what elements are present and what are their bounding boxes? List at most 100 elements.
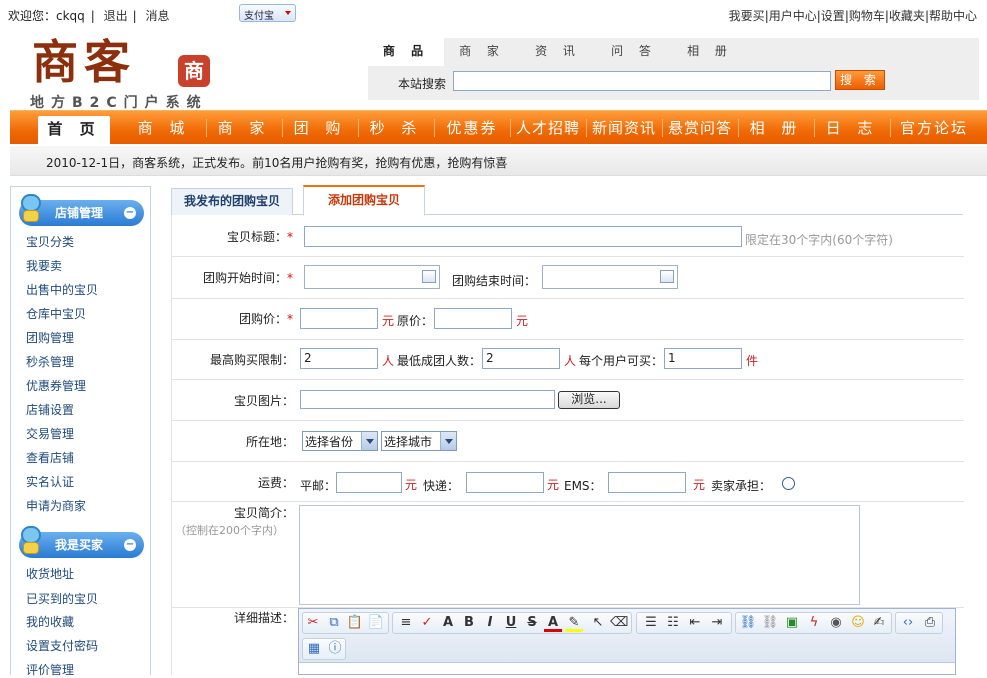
sidebar-item-address[interactable]: 收货地址 [26,565,74,582]
paste-icon[interactable]: 📋 [346,614,364,632]
browse-button[interactable]: 浏览... [558,391,620,409]
sidebar-item-view-shop[interactable]: 查看店铺 [26,449,74,466]
search-input[interactable] [453,71,831,91]
ship-normal-input[interactable] [336,472,402,493]
ship-ems-input[interactable] [608,472,686,493]
per-user-input[interactable]: 1 [664,348,742,369]
sidebar-item-trades[interactable]: 交易管理 [26,425,74,442]
strike-icon[interactable]: S [523,614,541,632]
link-icon[interactable]: ⛓ [739,614,757,632]
unlink-icon[interactable]: ⛓ [761,614,779,632]
select-icon[interactable]: ↖ [589,614,607,632]
tab-my-group-items[interactable]: 我发布的团购宝贝 [171,188,293,215]
nav-home[interactable]: 首 页 [38,116,110,145]
sidebar-item-verification[interactable]: 实名认证 [26,473,74,490]
nav-forum[interactable]: 官方论坛 [890,111,978,145]
link-buy[interactable]: 我要买 [729,9,765,23]
list-icon[interactable]: ☷ [664,614,682,632]
max-buy-input[interactable]: 2 [300,348,378,369]
nav-mall[interactable]: 商 城 [128,111,200,145]
format-icon[interactable]: ≡ [397,614,415,632]
calendar-icon[interactable] [660,270,674,283]
sidebar-item-reviews[interactable]: 评价管理 [26,661,74,678]
smiley-icon[interactable]: ☺ [849,614,867,632]
start-time-input[interactable] [304,265,440,289]
sidebar-item-sell[interactable]: 我要卖 [26,257,62,274]
intro-textarea[interactable] [299,505,860,605]
collapse-icon[interactable]: − [124,539,136,551]
rich-text-editor[interactable]: ✂ ⧉ 📋 📄 ≡ ✓ A B I U S A ✎ ↖ ⌫ ☰ ☷ ⇤ ⇥ ⛓ … [298,608,956,675]
sidebar-item-group-buy[interactable]: 团购管理 [26,329,74,346]
calendar-icon[interactable] [422,270,436,283]
print-icon[interactable]: ⎙ [921,614,939,632]
messages-link[interactable]: 消息 [146,9,170,23]
title-input[interactable] [304,226,742,247]
end-time-input[interactable] [542,265,678,289]
link-settings[interactable]: 设置 [821,9,845,23]
logo[interactable]: 商客 [32,34,136,90]
font-color-icon[interactable]: A [544,614,562,632]
sidebar-item-apply-merchant[interactable]: 申请为商家 [26,497,86,514]
sidebar-item-categories[interactable]: 宝贝分类 [26,233,74,250]
search-tab-album[interactable]: 相 册 [672,38,748,64]
sidebar-item-collection[interactable]: 我的收藏 [26,613,74,630]
sidebar-item-warehouse[interactable]: 仓库中宝贝 [26,305,86,322]
image-path-input[interactable] [300,390,555,409]
link-favorites[interactable]: 收藏夹 [889,9,925,23]
sidebar-item-on-sale[interactable]: 出售中的宝贝 [26,281,98,298]
group-price-input[interactable] [300,308,378,329]
nav-coupons[interactable]: 优惠券 [434,111,510,145]
image-icon[interactable]: ▣ [783,614,801,632]
nav-blog[interactable]: 日 志 [814,111,890,145]
copy-icon[interactable]: ⧉ [325,614,343,632]
collapse-icon[interactable]: − [124,207,136,219]
search-tab-qa[interactable]: 问 答 [596,38,672,64]
ship-express-input[interactable] [466,472,544,493]
italic-icon[interactable]: I [481,614,499,632]
bg-color-icon[interactable]: ✎ [565,614,583,632]
sidebar-item-shop-settings[interactable]: 店铺设置 [26,401,74,418]
logout-link[interactable]: 退出 [104,9,128,23]
sidebar-item-coupons[interactable]: 优惠券管理 [26,377,86,394]
buyer-header[interactable]: 我是买家 − [19,526,144,558]
tab-add-group-item[interactable]: 添加团购宝贝 [303,185,425,216]
outdent-icon[interactable]: ⇤ [686,614,704,632]
nav-jobs[interactable]: 人才招聘 [510,111,586,145]
nav-group-buy[interactable]: 团 购 [282,111,358,145]
search-tab-news[interactable]: 资 讯 [520,38,596,64]
link-help[interactable]: 帮助中心 [929,9,977,23]
eraser-icon[interactable]: ⌫ [610,614,628,632]
bold-icon[interactable]: B [460,614,478,632]
nav-bounty-qa[interactable]: 悬赏问答 [662,111,738,145]
align-left-icon[interactable]: ☰ [642,614,660,632]
nav-news[interactable]: 新闻资讯 [586,111,662,145]
media-icon[interactable]: ◉ [827,614,845,632]
cut-icon[interactable]: ✂ [304,614,322,632]
shop-management-header[interactable]: 店铺管理 − [19,194,144,226]
original-price-input[interactable] [434,308,512,329]
city-select[interactable]: 选择城市 [381,431,457,451]
flash-icon[interactable]: ϟ [805,614,823,632]
spellcheck-icon[interactable]: ✓ [418,614,436,632]
font-size-icon[interactable]: A [439,614,457,632]
source-icon[interactable]: ‹› [899,614,917,632]
sidebar-item-pay-password[interactable]: 设置支付密码 [26,637,98,654]
sidebar-item-flash-sale[interactable]: 秒杀管理 [26,353,74,370]
edit-icon[interactable]: ✍ [870,614,888,632]
search-tab-shops[interactable]: 商 家 [444,38,520,64]
about-icon[interactable]: ⓘ [326,640,344,658]
seller-pays-radio[interactable] [782,477,795,490]
link-cart[interactable]: 购物车 [849,9,885,23]
province-select[interactable]: 选择省份 [302,431,378,451]
table-icon[interactable]: ▦ [305,640,323,658]
search-tab-goods[interactable]: 商 品 [368,38,444,66]
sidebar-item-bought[interactable]: 已买到的宝贝 [26,590,98,607]
link-user-center[interactable]: 用户中心 [769,9,817,23]
nav-merchants[interactable]: 商 家 [206,111,282,145]
min-group-input[interactable]: 2 [482,348,560,369]
search-button[interactable]: 搜 索 [835,70,885,90]
paste-word-icon[interactable]: 📄 [367,614,385,632]
nav-flash-sale[interactable]: 秒 杀 [358,111,434,145]
underline-icon[interactable]: U [502,614,520,632]
alipay-dropdown[interactable]: 支付宝 [239,4,296,22]
